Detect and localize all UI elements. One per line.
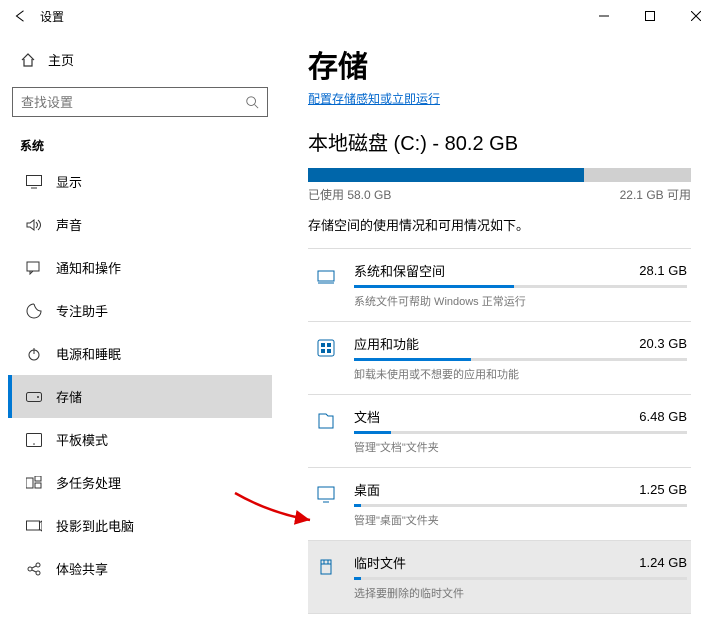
nav-tablet[interactable]: 平板模式	[8, 418, 272, 461]
nav-label: 存储	[56, 387, 82, 406]
category-name: 文档	[354, 407, 380, 426]
notifications-icon	[26, 260, 42, 276]
storage-sense-link[interactable]: 配置存储感知或立即运行	[308, 90, 440, 107]
category-bar	[354, 431, 687, 434]
category-sub: 管理"文档"文件夹	[354, 439, 687, 455]
category-name: 系统和保留空间	[354, 261, 445, 280]
tablet-icon	[26, 432, 42, 448]
focus-icon	[26, 303, 42, 319]
temp-icon	[312, 553, 340, 581]
category-desktop[interactable]: 桌面 1.25 GB 管理"桌面"文件夹	[308, 467, 691, 540]
system-icon	[312, 261, 340, 289]
category-bar	[354, 285, 687, 288]
nav-focus[interactable]: 专注助手	[8, 289, 272, 332]
nav-label: 投影到此电脑	[56, 516, 134, 535]
home-nav[interactable]: 主页	[8, 40, 272, 79]
nav-label: 专注助手	[56, 301, 108, 320]
storage-icon	[26, 389, 42, 405]
category-temp[interactable]: 临时文件 1.24 GB 选择要删除的临时文件	[308, 540, 691, 613]
nav-label: 多任务处理	[56, 473, 121, 492]
disk-title: 本地磁盘 (C:) - 80.2 GB	[308, 127, 691, 156]
disk-used-label: 已使用 58.0 GB	[308, 186, 391, 203]
desktop-icon	[312, 480, 340, 508]
nav-multitask[interactable]: 多任务处理	[8, 461, 272, 504]
share-icon	[26, 561, 42, 577]
category-size: 20.3 GB	[639, 336, 687, 351]
category-system[interactable]: 系统和保留空间 28.1 GB 系统文件可帮助 Windows 正常运行	[308, 248, 691, 321]
nav-power[interactable]: 电源和睡眠	[8, 332, 272, 375]
nav-sound[interactable]: 声音	[8, 203, 272, 246]
category-name: 桌面	[354, 480, 380, 499]
category-name: 临时文件	[354, 553, 406, 572]
page-title: 存储	[308, 42, 691, 86]
nav-label: 平板模式	[56, 430, 108, 449]
project-icon	[26, 518, 42, 534]
apps-icon	[312, 334, 340, 362]
category-size: 1.24 GB	[639, 555, 687, 570]
nav-notifications[interactable]: 通知和操作	[8, 246, 272, 289]
maximize-button[interactable]	[627, 0, 673, 32]
section-label: 系统	[8, 129, 272, 160]
category-apps[interactable]: 应用和功能 20.3 GB 卸载未使用或不想要的应用和功能	[308, 321, 691, 394]
nav-project[interactable]: 投影到此电脑	[8, 504, 272, 547]
category-bar	[354, 504, 687, 507]
back-button[interactable]	[8, 4, 32, 28]
category-other[interactable]: 其他505 MB管理其他大文件夹	[308, 613, 691, 620]
nav-label: 声音	[56, 215, 82, 234]
nav-label: 电源和睡眠	[56, 344, 121, 363]
nav-display[interactable]: 显示	[8, 160, 272, 203]
multitask-icon	[26, 475, 42, 491]
category-bar	[354, 577, 687, 580]
home-icon	[20, 52, 36, 68]
home-label: 主页	[48, 50, 74, 69]
search-box[interactable]	[12, 87, 268, 117]
window-title: 设置	[40, 8, 64, 25]
close-button[interactable]	[673, 0, 719, 32]
documents-icon	[312, 407, 340, 435]
display-icon	[26, 174, 42, 190]
category-sub: 管理"桌面"文件夹	[354, 512, 687, 528]
minimize-button[interactable]	[581, 0, 627, 32]
search-icon	[237, 95, 267, 109]
sound-icon	[26, 217, 42, 233]
category-size: 1.25 GB	[639, 482, 687, 497]
power-icon	[26, 346, 42, 362]
category-sub: 卸载未使用或不想要的应用和功能	[354, 366, 687, 382]
nav-label: 通知和操作	[56, 258, 121, 277]
category-bar	[354, 358, 687, 361]
nav-label: 显示	[56, 172, 82, 191]
search-input[interactable]	[13, 95, 237, 110]
category-sub: 系统文件可帮助 Windows 正常运行	[354, 293, 687, 309]
disk-free-label: 22.1 GB 可用	[620, 186, 691, 203]
disk-usage-bar	[308, 168, 691, 182]
category-sub: 选择要删除的临时文件	[354, 585, 687, 601]
category-size: 28.1 GB	[639, 263, 687, 278]
nav-share[interactable]: 体验共享	[8, 547, 272, 590]
nav-storage[interactable]: 存储	[8, 375, 272, 418]
category-size: 6.48 GB	[639, 409, 687, 424]
nav-label: 体验共享	[56, 559, 108, 578]
category-documents[interactable]: 文档 6.48 GB 管理"文档"文件夹	[308, 394, 691, 467]
category-name: 应用和功能	[354, 334, 419, 353]
storage-desc: 存储空间的使用情况和可用情况如下。	[308, 215, 691, 234]
